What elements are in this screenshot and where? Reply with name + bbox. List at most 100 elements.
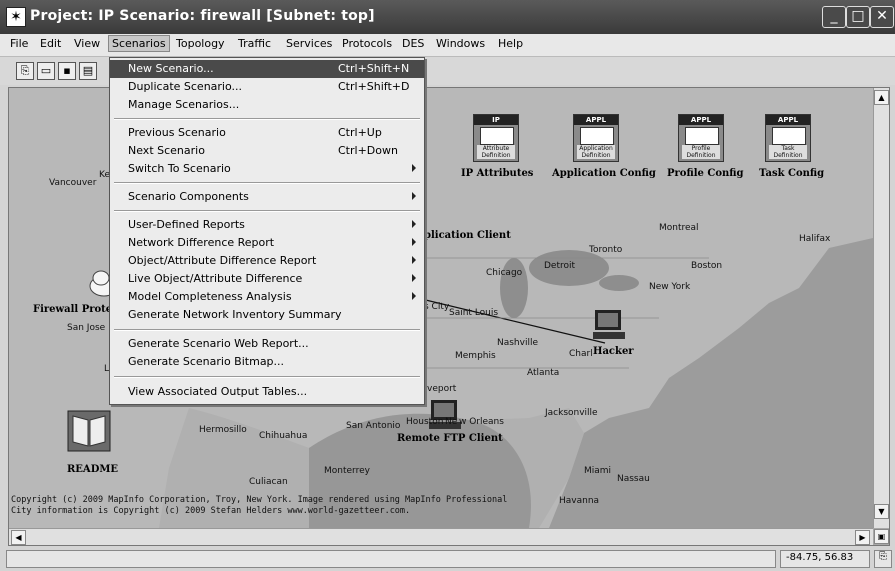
place-label: Culiacan (249, 477, 288, 487)
status-bar: -84.75, 56.83 ⎘ (0, 547, 895, 571)
menu-item-label: Model Completeness Analysis (128, 290, 292, 303)
menu-des[interactable]: DES (400, 37, 426, 50)
menu-item-label: New Scenario... (128, 62, 214, 75)
menu-traffic[interactable]: Traffic (236, 37, 273, 50)
minimize-icon[interactable]: _ (822, 6, 846, 28)
vertical-scrollbar[interactable]: ▲ ▼ (873, 88, 889, 528)
zoom-toggle-icon[interactable]: ▣ (874, 529, 889, 544)
scroll-up-icon[interactable]: ▲ (874, 90, 889, 105)
menu-item-label: Next Scenario (128, 144, 205, 157)
place-label: Detroit (544, 261, 576, 271)
menu-item-switch-to-scenario[interactable]: Switch To Scenario (110, 160, 424, 178)
place-label: s City (424, 302, 450, 312)
menu-item-shortcut: Ctrl+Shift+N (338, 62, 410, 75)
menu-view[interactable]: View (72, 37, 102, 50)
scroll-left-icon[interactable]: ◀ (11, 530, 26, 545)
new-file-icon[interactable]: ⎘ (16, 62, 34, 80)
menu-item-label: Network Difference Report (128, 236, 275, 249)
menu-protocols[interactable]: Protocols (340, 37, 394, 50)
menu-scenarios[interactable]: Scenarios (108, 35, 170, 52)
menu-help[interactable]: Help (496, 37, 525, 50)
status-icon[interactable]: ⎘ (874, 550, 892, 568)
menu-topology[interactable]: Topology (174, 37, 227, 50)
place-label: San Jose (67, 323, 106, 333)
task-icon-sub: Task Definition (769, 145, 807, 159)
menu-item-label: Generate Scenario Bitmap... (128, 355, 285, 368)
hacker-label: Hacker (593, 346, 634, 357)
menu-separator (114, 118, 420, 120)
close-icon[interactable]: ✕ (870, 6, 894, 28)
readme-label: README (67, 464, 119, 475)
menu-item-model-completeness-analysis[interactable]: Model Completeness Analysis (110, 288, 424, 306)
place-label: Boston (691, 261, 723, 271)
ip-attribute-definition-icon[interactable]: IP Attribute Definition (473, 114, 519, 162)
menu-item-next-scenario[interactable]: Next Scenario Ctrl+Down (110, 142, 424, 160)
menu-item-label: User-Defined Reports (128, 218, 245, 231)
menu-item-generate-scenario-web-report[interactable]: Generate Scenario Web Report... (110, 335, 424, 353)
place-label: Halifax (799, 234, 831, 244)
place-label: Miami (584, 466, 612, 476)
menu-file[interactable]: File (8, 37, 30, 50)
menu-item-object-attribute-difference-report[interactable]: Object/Attribute Difference Report (110, 252, 424, 270)
place-label: veport (427, 384, 457, 394)
menu-item-network-difference-report[interactable]: Network Difference Report (110, 234, 424, 252)
menu-separator (114, 376, 420, 378)
submenu-arrow-icon (412, 238, 416, 246)
copyright-line-2: City information is Copyright (c) 2009 S… (11, 506, 411, 516)
hacker-workstation-icon[interactable] (591, 308, 627, 342)
menu-item-view-associated-output-tables[interactable]: View Associated Output Tables... (110, 383, 424, 401)
application-config-label: Application Config (552, 168, 656, 179)
place-label: Montreal (659, 223, 699, 233)
menu-item-shortcut: Ctrl+Down (338, 144, 398, 157)
place-label: Monterrey (324, 466, 370, 476)
menu-item-user-defined-reports[interactable]: User-Defined Reports (110, 216, 424, 234)
menu-item-previous-scenario[interactable]: Previous Scenario Ctrl+Up (110, 124, 424, 142)
menu-item-duplicate-scenario[interactable]: Duplicate Scenario... Ctrl+Shift+D (110, 78, 424, 96)
scroll-down-icon[interactable]: ▼ (874, 504, 889, 519)
menu-separator (114, 210, 420, 212)
menu-item-scenario-components[interactable]: Scenario Components (110, 188, 424, 206)
readme-book-icon[interactable] (67, 410, 111, 452)
scenarios-menu: New Scenario... Ctrl+Shift+N Duplicate S… (109, 57, 425, 405)
scroll-right-icon[interactable]: ▶ (855, 530, 870, 545)
menu-item-manage-scenarios[interactable]: Manage Scenarios... (110, 96, 424, 114)
task-config-label: Task Config (759, 168, 825, 179)
menu-windows[interactable]: Windows (434, 37, 487, 50)
place-label: Havanna (559, 496, 600, 506)
menu-item-label: Previous Scenario (128, 126, 226, 139)
profile-definition-icon[interactable]: APPL Profile Definition (678, 114, 724, 162)
menu-services[interactable]: Services (284, 37, 334, 50)
application-definition-icon[interactable]: APPL Application Definition (573, 114, 619, 162)
menu-item-label: Scenario Components (128, 190, 249, 203)
task-definition-icon[interactable]: APPL Task Definition (765, 114, 811, 162)
submenu-arrow-icon (412, 220, 416, 228)
place-label: San Antonio (346, 421, 401, 431)
place-label: Nassau (617, 474, 650, 484)
menu-item-new-scenario[interactable]: New Scenario... Ctrl+Shift+N (110, 60, 424, 78)
menu-item-label: Generate Scenario Web Report... (128, 337, 309, 350)
firewall-protected-label: Firewall Prote (33, 304, 113, 315)
menu-edit[interactable]: Edit (38, 37, 63, 50)
menu-item-live-object-attribute-difference[interactable]: Live Object/Attribute Difference (110, 270, 424, 288)
submenu-arrow-icon (412, 292, 416, 300)
menu-item-generate-network-inventory-summary[interactable]: Generate Network Inventory Summary (110, 306, 424, 324)
ip-icon-header: IP (474, 115, 518, 125)
menu-item-generate-scenario-bitmap[interactable]: Generate Scenario Bitmap... (110, 353, 424, 371)
menu-separator (114, 182, 420, 184)
ip-attributes-label: IP Attributes (461, 168, 534, 179)
window-title: Project: IP Scenario: firewall [Subnet: … (30, 8, 375, 24)
app-icon-sub: Application Definition (577, 145, 615, 159)
save-icon[interactable]: ▪ (58, 62, 76, 80)
open-folder-icon[interactable]: ▭ (37, 62, 55, 80)
place-label: Nashville (497, 338, 539, 348)
place-label: Ne (445, 417, 458, 427)
profile-glyph-icon (685, 127, 719, 145)
maximize-icon[interactable]: □ (846, 6, 870, 28)
menu-item-label: Switch To Scenario (128, 162, 231, 175)
print-icon[interactable]: ▤ (79, 62, 97, 80)
menu-bar: File Edit View Scenarios Topology Traffi… (0, 34, 895, 57)
menu-item-label: Generate Network Inventory Summary (128, 308, 342, 321)
copyright-line-1: Copyright (c) 2009 MapInfo Corporation, … (11, 495, 508, 505)
application-client-label: plication Client (424, 230, 511, 241)
horizontal-scrollbar[interactable]: ◀ ▶ (9, 528, 873, 545)
